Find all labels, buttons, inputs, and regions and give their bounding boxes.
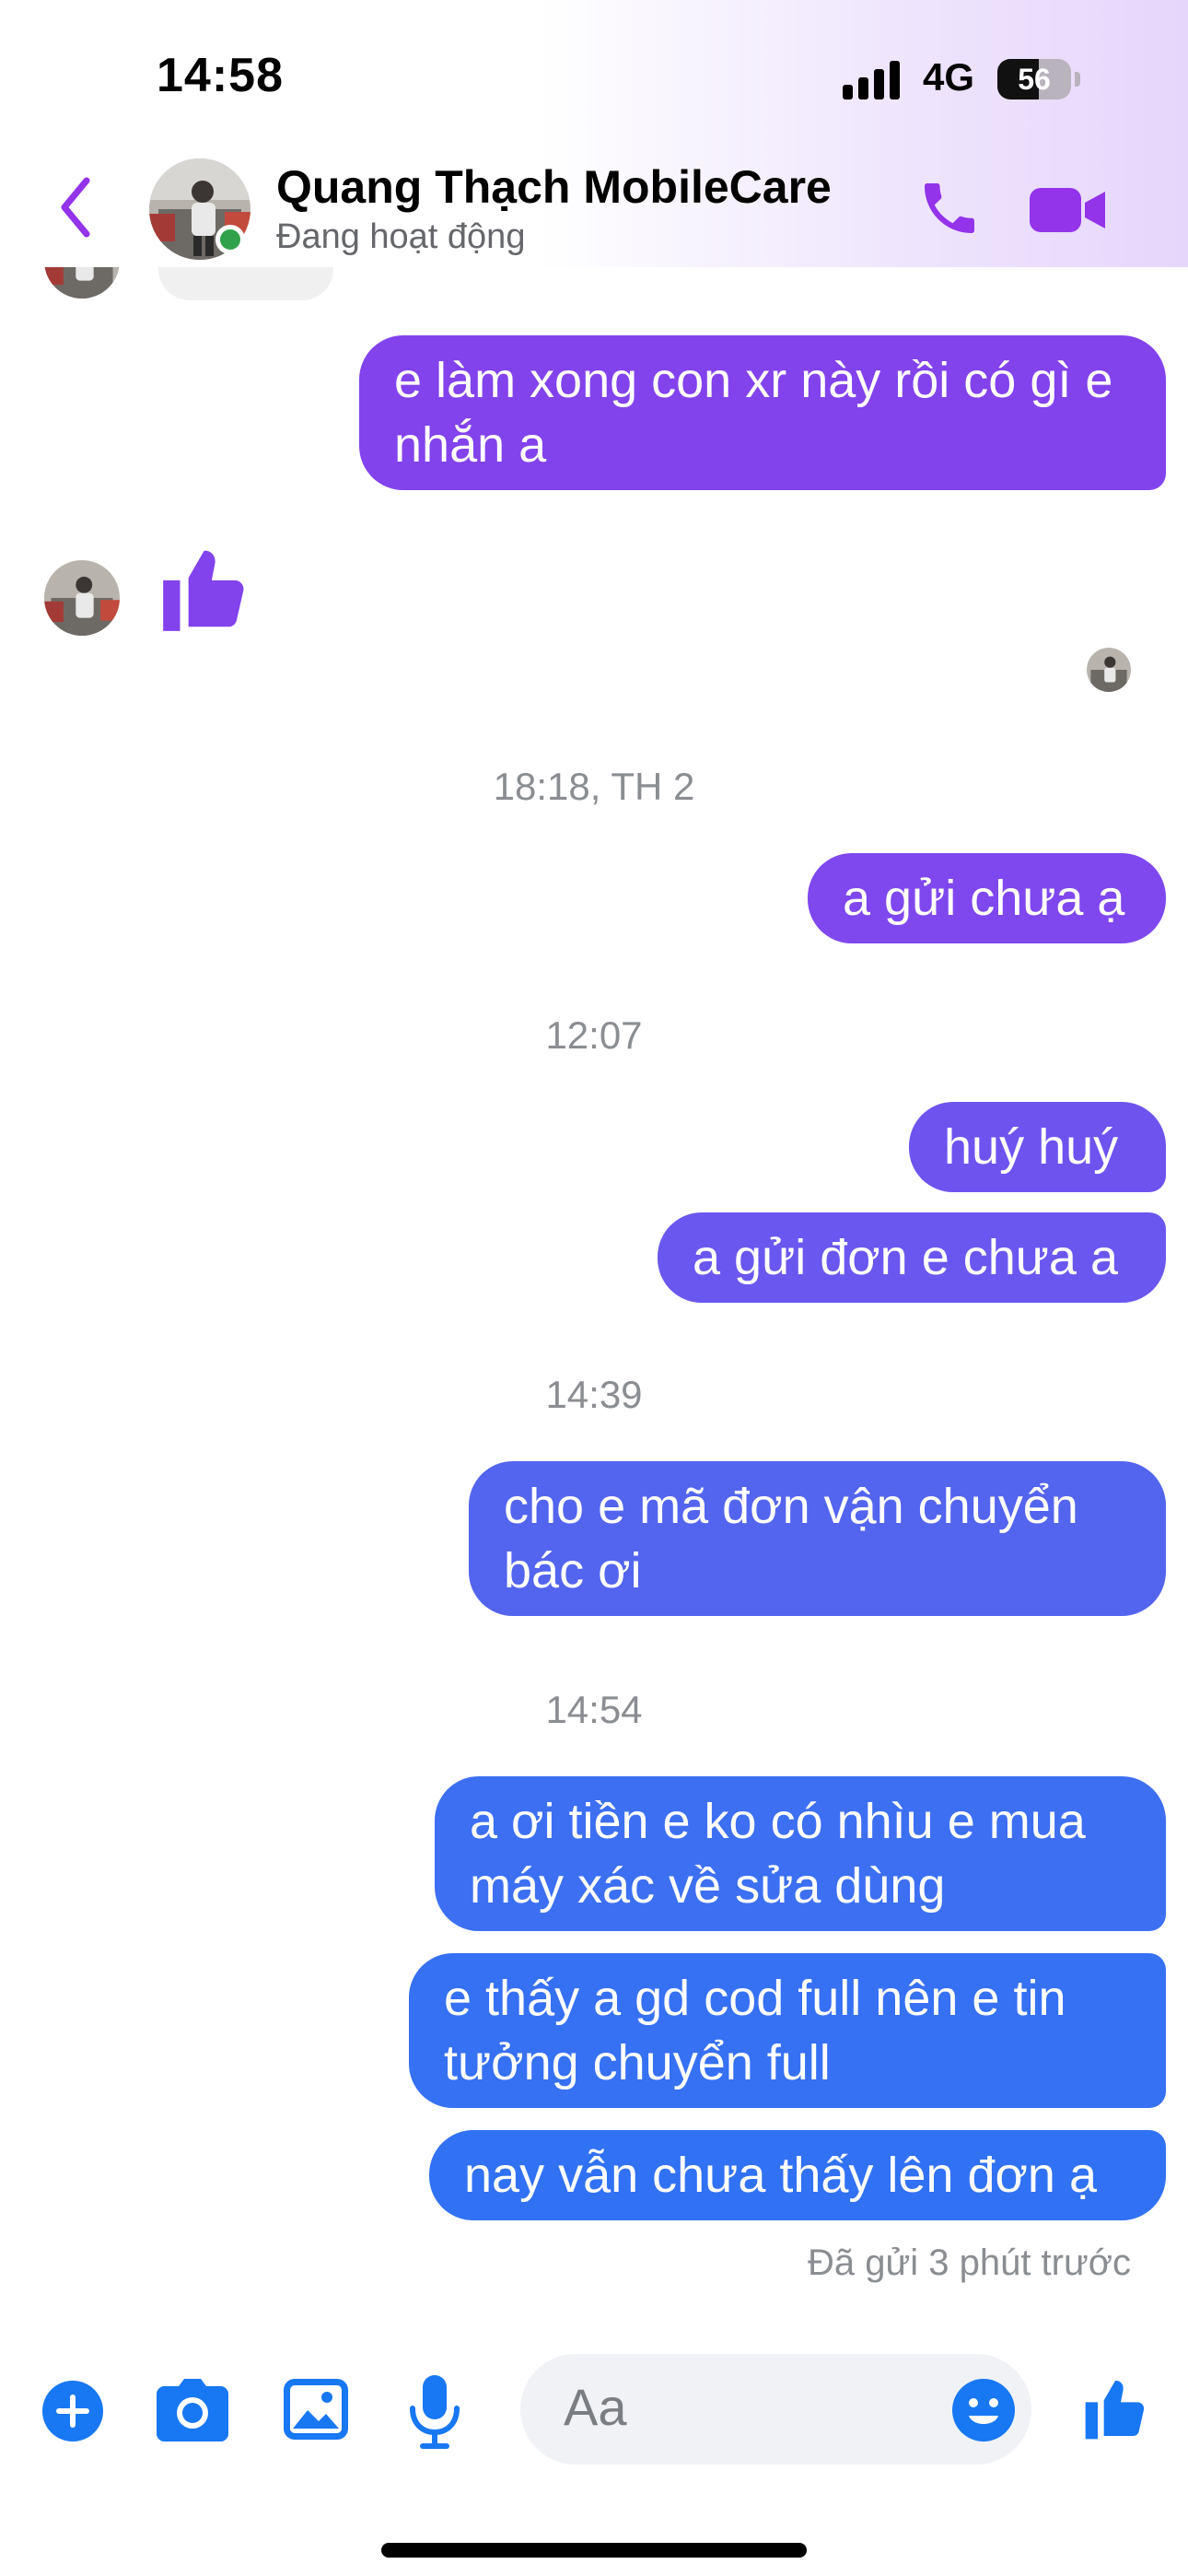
home-indicator[interactable]: [381, 2543, 807, 2558]
status-time: 14:58: [157, 49, 284, 102]
sent-message[interactable]: nay vẫn chưa thấy lên đơn ạ: [429, 2130, 1166, 2220]
back-chevron-icon[interactable]: [57, 175, 94, 240]
sent-status: Đã gửi 3 phút trước: [807, 2242, 1131, 2283]
sent-message[interactable]: e làm xong con xr này rồi có gì e nhắn a: [359, 335, 1166, 490]
thumbs-up-icon[interactable]: [155, 538, 256, 639]
video-camera-icon[interactable]: [1030, 182, 1107, 238]
thumbs-up-icon[interactable]: [1079, 2370, 1153, 2447]
emoji-icon[interactable]: [950, 2377, 1017, 2443]
sent-message[interactable]: a gửi đơn e chưa a: [658, 1212, 1166, 1303]
microphone-icon[interactable]: [407, 2375, 462, 2451]
timestamp: 14:39: [545, 1373, 643, 1416]
seen-avatar: [1087, 648, 1131, 692]
signal-icon: [843, 61, 902, 100]
sent-message[interactable]: a gửi chưa ạ: [808, 853, 1166, 943]
battery-icon: 56: [997, 59, 1080, 100]
message-input-placeholder: Aa: [564, 2378, 627, 2436]
sent-message[interactable]: huý huý: [909, 1102, 1166, 1192]
sent-message[interactable]: e thấy a gd cod full nên e tin tưởng chu…: [409, 1953, 1166, 2108]
timestamp: 14:54: [545, 1688, 643, 1731]
contact-status: Đang hoạt động: [276, 217, 526, 256]
phone-icon[interactable]: [916, 175, 983, 241]
timestamp: 12:07: [545, 1013, 643, 1057]
network-type: 4G: [923, 55, 975, 99]
plus-icon[interactable]: [41, 2379, 105, 2443]
contact-avatar: [44, 560, 120, 636]
contact-name[interactable]: Quang Thạch MobileCare: [276, 160, 832, 214]
image-icon[interactable]: [284, 2379, 348, 2440]
top-bar: 14:58 4G 56 Quang Thạch MobileCare Đang …: [0, 0, 1188, 267]
online-indicator: [215, 225, 245, 254]
camera-icon[interactable]: [157, 2377, 228, 2441]
timestamp: 18:18, TH 2: [493, 765, 695, 808]
battery-percent: 56: [1018, 63, 1051, 96]
sent-message[interactable]: cho e mã đơn vận chuyển bác ơi: [469, 1461, 1166, 1616]
sent-message[interactable]: a ơi tiền e ko có nhìu e mua máy xác về …: [435, 1776, 1166, 1931]
